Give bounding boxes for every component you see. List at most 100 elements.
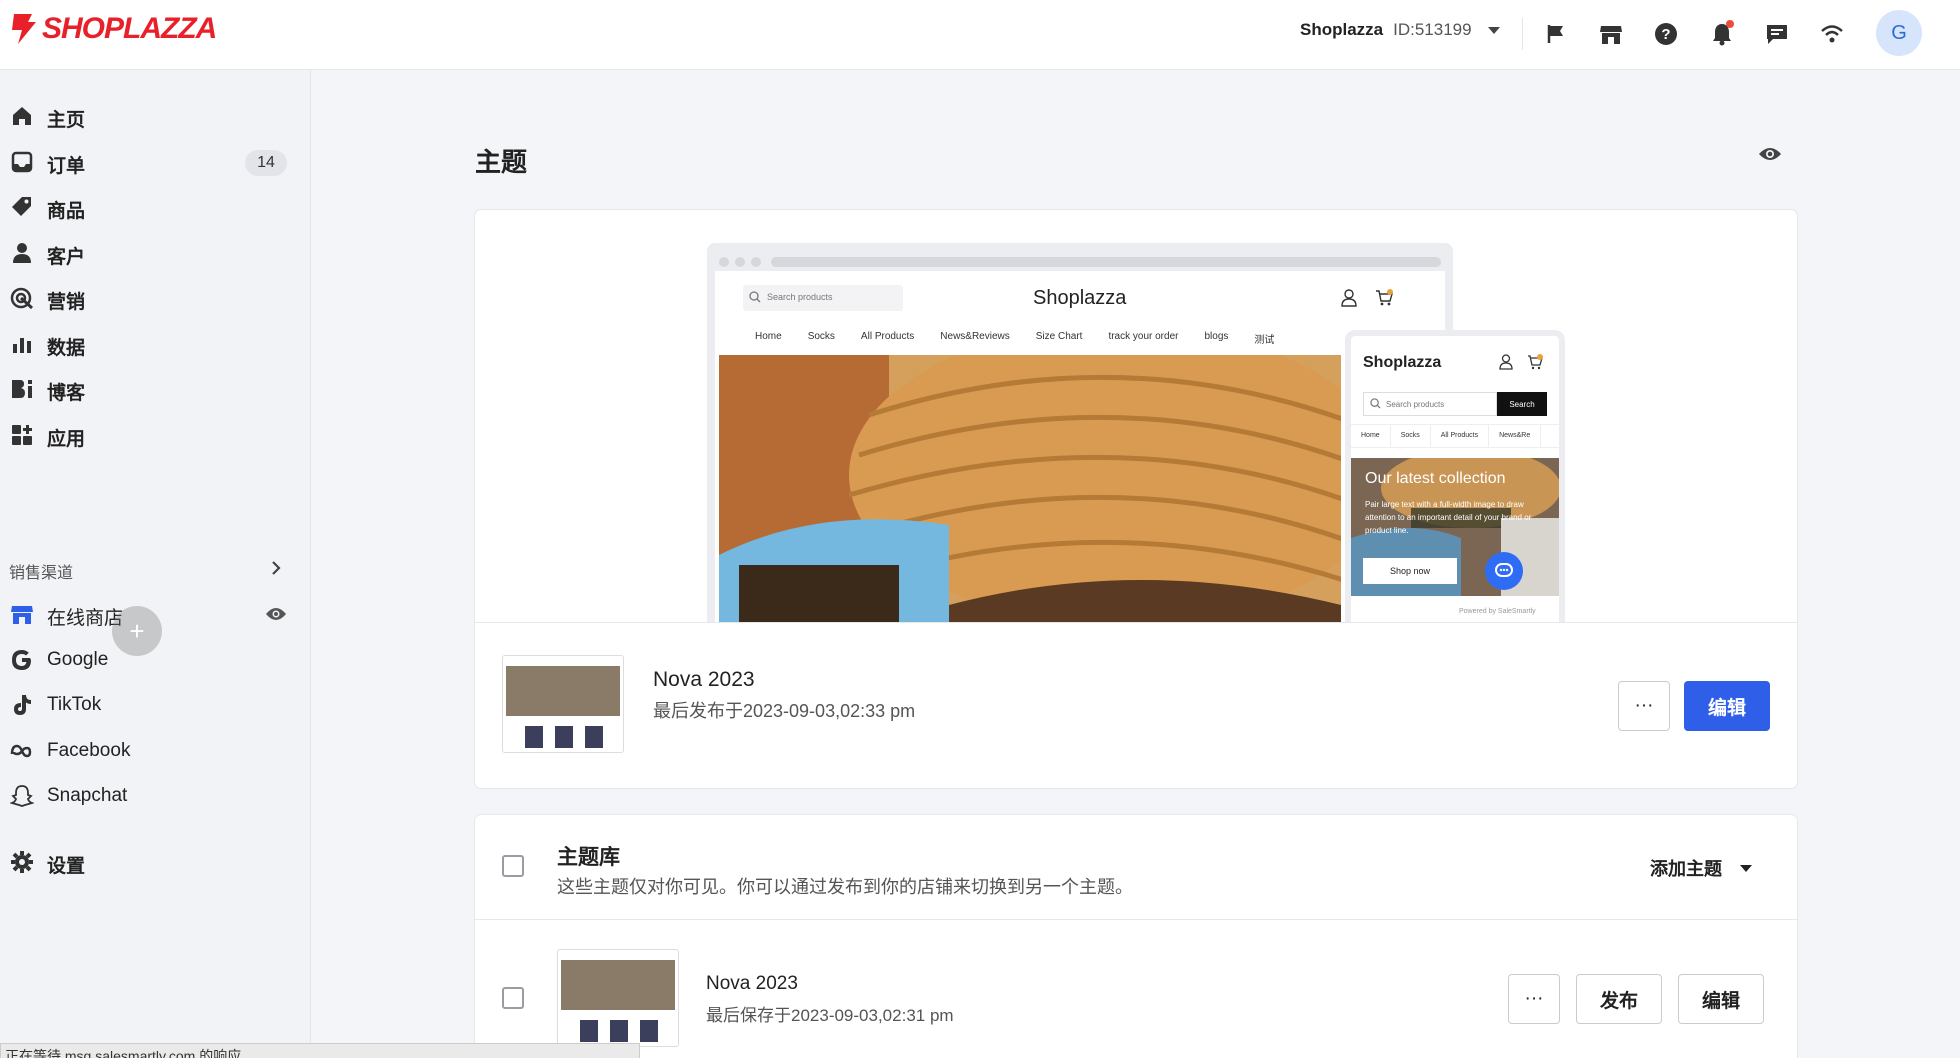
cart-icon (1376, 289, 1393, 306)
search-icon (1370, 398, 1381, 409)
sidebar-item-analytics[interactable]: 数据 (0, 324, 300, 364)
preview-header-icons (1341, 289, 1393, 307)
eye-icon[interactable] (1758, 146, 1782, 162)
theme-library-title: 主题库 (557, 846, 620, 869)
sidebar-item-snapchat[interactable]: Snapchat (0, 776, 300, 816)
add-theme-label: 添加主题 (1650, 859, 1722, 879)
sidebar-item-marketing[interactable]: 营销 (0, 278, 300, 318)
blog-icon (10, 377, 34, 401)
current-theme-meta: 最后发布于2023-09-03,02:33 pm (653, 701, 916, 721)
preview-search-placeholder: Search products (767, 292, 833, 302)
divider (1522, 18, 1523, 50)
sidebar-item-label: 商品 (47, 201, 86, 222)
eye-icon[interactable] (265, 606, 287, 622)
preview-hero-title: Our latest collection (1365, 470, 1506, 487)
preview-hero-desc: Pair large text with a full-width image … (1365, 500, 1532, 535)
sidebar-item-label: 营销 (47, 292, 86, 313)
powered-by-text: Powered by SaleSmartly (1459, 608, 1536, 615)
store-icon (10, 602, 34, 626)
preview-search-field: Search products (743, 285, 903, 311)
logo[interactable]: SHOPLAZZA (8, 12, 217, 46)
preview-mobile-icons (1499, 354, 1543, 370)
google-icon (10, 648, 34, 672)
wifi-icon[interactable] (1816, 18, 1848, 50)
snapchat-icon (10, 784, 34, 808)
user-icon (10, 241, 34, 265)
preview-mobile-hero: Our latest collection Pair large text wi… (1351, 458, 1559, 596)
sidebar-item-label: 订单 (47, 156, 86, 177)
bar-chart-icon (10, 332, 34, 356)
sidebar-item-orders[interactable]: 订单 14 (0, 142, 300, 182)
help-icon[interactable]: ? (1650, 18, 1682, 50)
inbox-icon (10, 150, 34, 174)
library-theme-name: Nova 2023 (706, 973, 798, 994)
publish-button[interactable]: 发布 (1576, 974, 1662, 1024)
user-icon (1499, 354, 1513, 370)
flag-icon[interactable] (1540, 18, 1572, 50)
sidebar-item-customers[interactable]: 客户 (0, 233, 300, 273)
avatar[interactable]: G (1876, 10, 1922, 56)
apps-icon (10, 423, 34, 447)
more-actions-button[interactable]: ··· (1618, 681, 1670, 731)
sidebar-item-tiktok[interactable]: TikTok (0, 685, 300, 725)
sidebar-item-label: 博客 (47, 383, 86, 404)
sidebar-item-products[interactable]: 商品 (0, 187, 300, 227)
notification-dot (1726, 20, 1734, 28)
chat-bubble-icon (1485, 552, 1523, 590)
search-icon (749, 291, 761, 303)
preview-mobile-brand: Shoplazza (1363, 354, 1442, 371)
divider (475, 919, 1797, 920)
library-theme-meta: 最后保存于2023-09-03,02:31 pm (706, 1006, 954, 1025)
preview-mobile-search-button: Search (1497, 392, 1547, 416)
browser-chrome (715, 251, 1445, 271)
sidebar-item-apps[interactable]: 应用 (0, 415, 300, 455)
sidebar-item-home[interactable]: 主页 (0, 96, 300, 136)
sidebar-item-label: Facebook (47, 740, 131, 761)
mobile-preview: Shoplazza Search products Search Home So… (1345, 330, 1565, 622)
sidebar-item-facebook[interactable]: Facebook (0, 731, 300, 771)
gear-icon (10, 850, 34, 874)
sales-channels-label: 销售渠道 (9, 565, 74, 582)
chevron-right-icon[interactable] (270, 559, 282, 577)
store-icon[interactable] (1595, 18, 1627, 50)
orders-count-badge: 14 (245, 150, 287, 176)
select-all-checkbox[interactable] (502, 855, 524, 877)
sidebar-item-label: 数据 (47, 338, 86, 359)
preview-mobile-nav: Home Socks All Products News&Re (1351, 424, 1559, 448)
mouse-cursor-indicator: + (112, 606, 162, 656)
sidebar-item-settings[interactable]: 设置 (0, 842, 300, 882)
sidebar-item-blog[interactable]: 博客 (0, 369, 300, 409)
sidebar: 主页 订单 14 商品 客户 营销 数据 博客 应用 销售渠道 在线商店 Goo… (0, 70, 311, 1058)
sidebar-item-label: 设置 (47, 856, 86, 877)
sidebar-item-label: TikTok (47, 694, 102, 715)
caret-down-icon (1740, 864, 1752, 872)
shop-name: Shoplazza (1300, 20, 1384, 39)
browser-status-bar: 正在等待 msg.salesmartly.com 的响应... (0, 1043, 640, 1058)
shop-selector[interactable]: Shoplazza ID:513199 (1300, 20, 1500, 40)
add-theme-dropdown[interactable]: 添加主题 (1650, 855, 1752, 881)
sidebar-item-label: Snapchat (47, 785, 128, 806)
preview-shop-now-button: Shop now (1363, 558, 1457, 584)
chat-icon[interactable] (1761, 18, 1793, 50)
preview-nav: Home Socks All Products News&Reviews Siz… (755, 331, 1275, 346)
shoplazza-logo-icon (12, 14, 36, 44)
theme-library-card: 主题库 这些主题仅对你可见。你可以通过发布到你的店铺来切换到另一个主题。 添加主… (475, 815, 1797, 1058)
theme-thumbnail (557, 949, 679, 1047)
current-theme-name: Nova 2023 (653, 668, 755, 691)
svg-text:?: ? (1661, 26, 1670, 43)
user-icon (1341, 289, 1357, 307)
current-theme-card: Search products Shoplazza Home Socks All… (475, 210, 1797, 788)
theme-row-checkbox[interactable] (502, 987, 524, 1009)
preview-brand: Shoplazza (1033, 287, 1127, 309)
edit-theme-button[interactable]: 编辑 (1678, 974, 1764, 1024)
preview-hero-image (719, 355, 1341, 622)
top-bar: SHOPLAZZA Shoplazza ID:513199 ? G (0, 0, 1960, 70)
theme-library-description: 这些主题仅对你可见。你可以通过发布到你的店铺来切换到另一个主题。 (557, 877, 1133, 897)
sidebar-item-label: 主页 (47, 110, 86, 131)
caret-down-icon (1487, 26, 1500, 34)
sidebar-item-label: Google (47, 649, 109, 670)
edit-theme-button[interactable]: 编辑 (1684, 681, 1770, 731)
bell-icon[interactable] (1706, 18, 1738, 50)
theme-preview[interactable]: Search products Shoplazza Home Socks All… (475, 210, 1797, 623)
more-actions-button[interactable]: ··· (1508, 974, 1560, 1024)
